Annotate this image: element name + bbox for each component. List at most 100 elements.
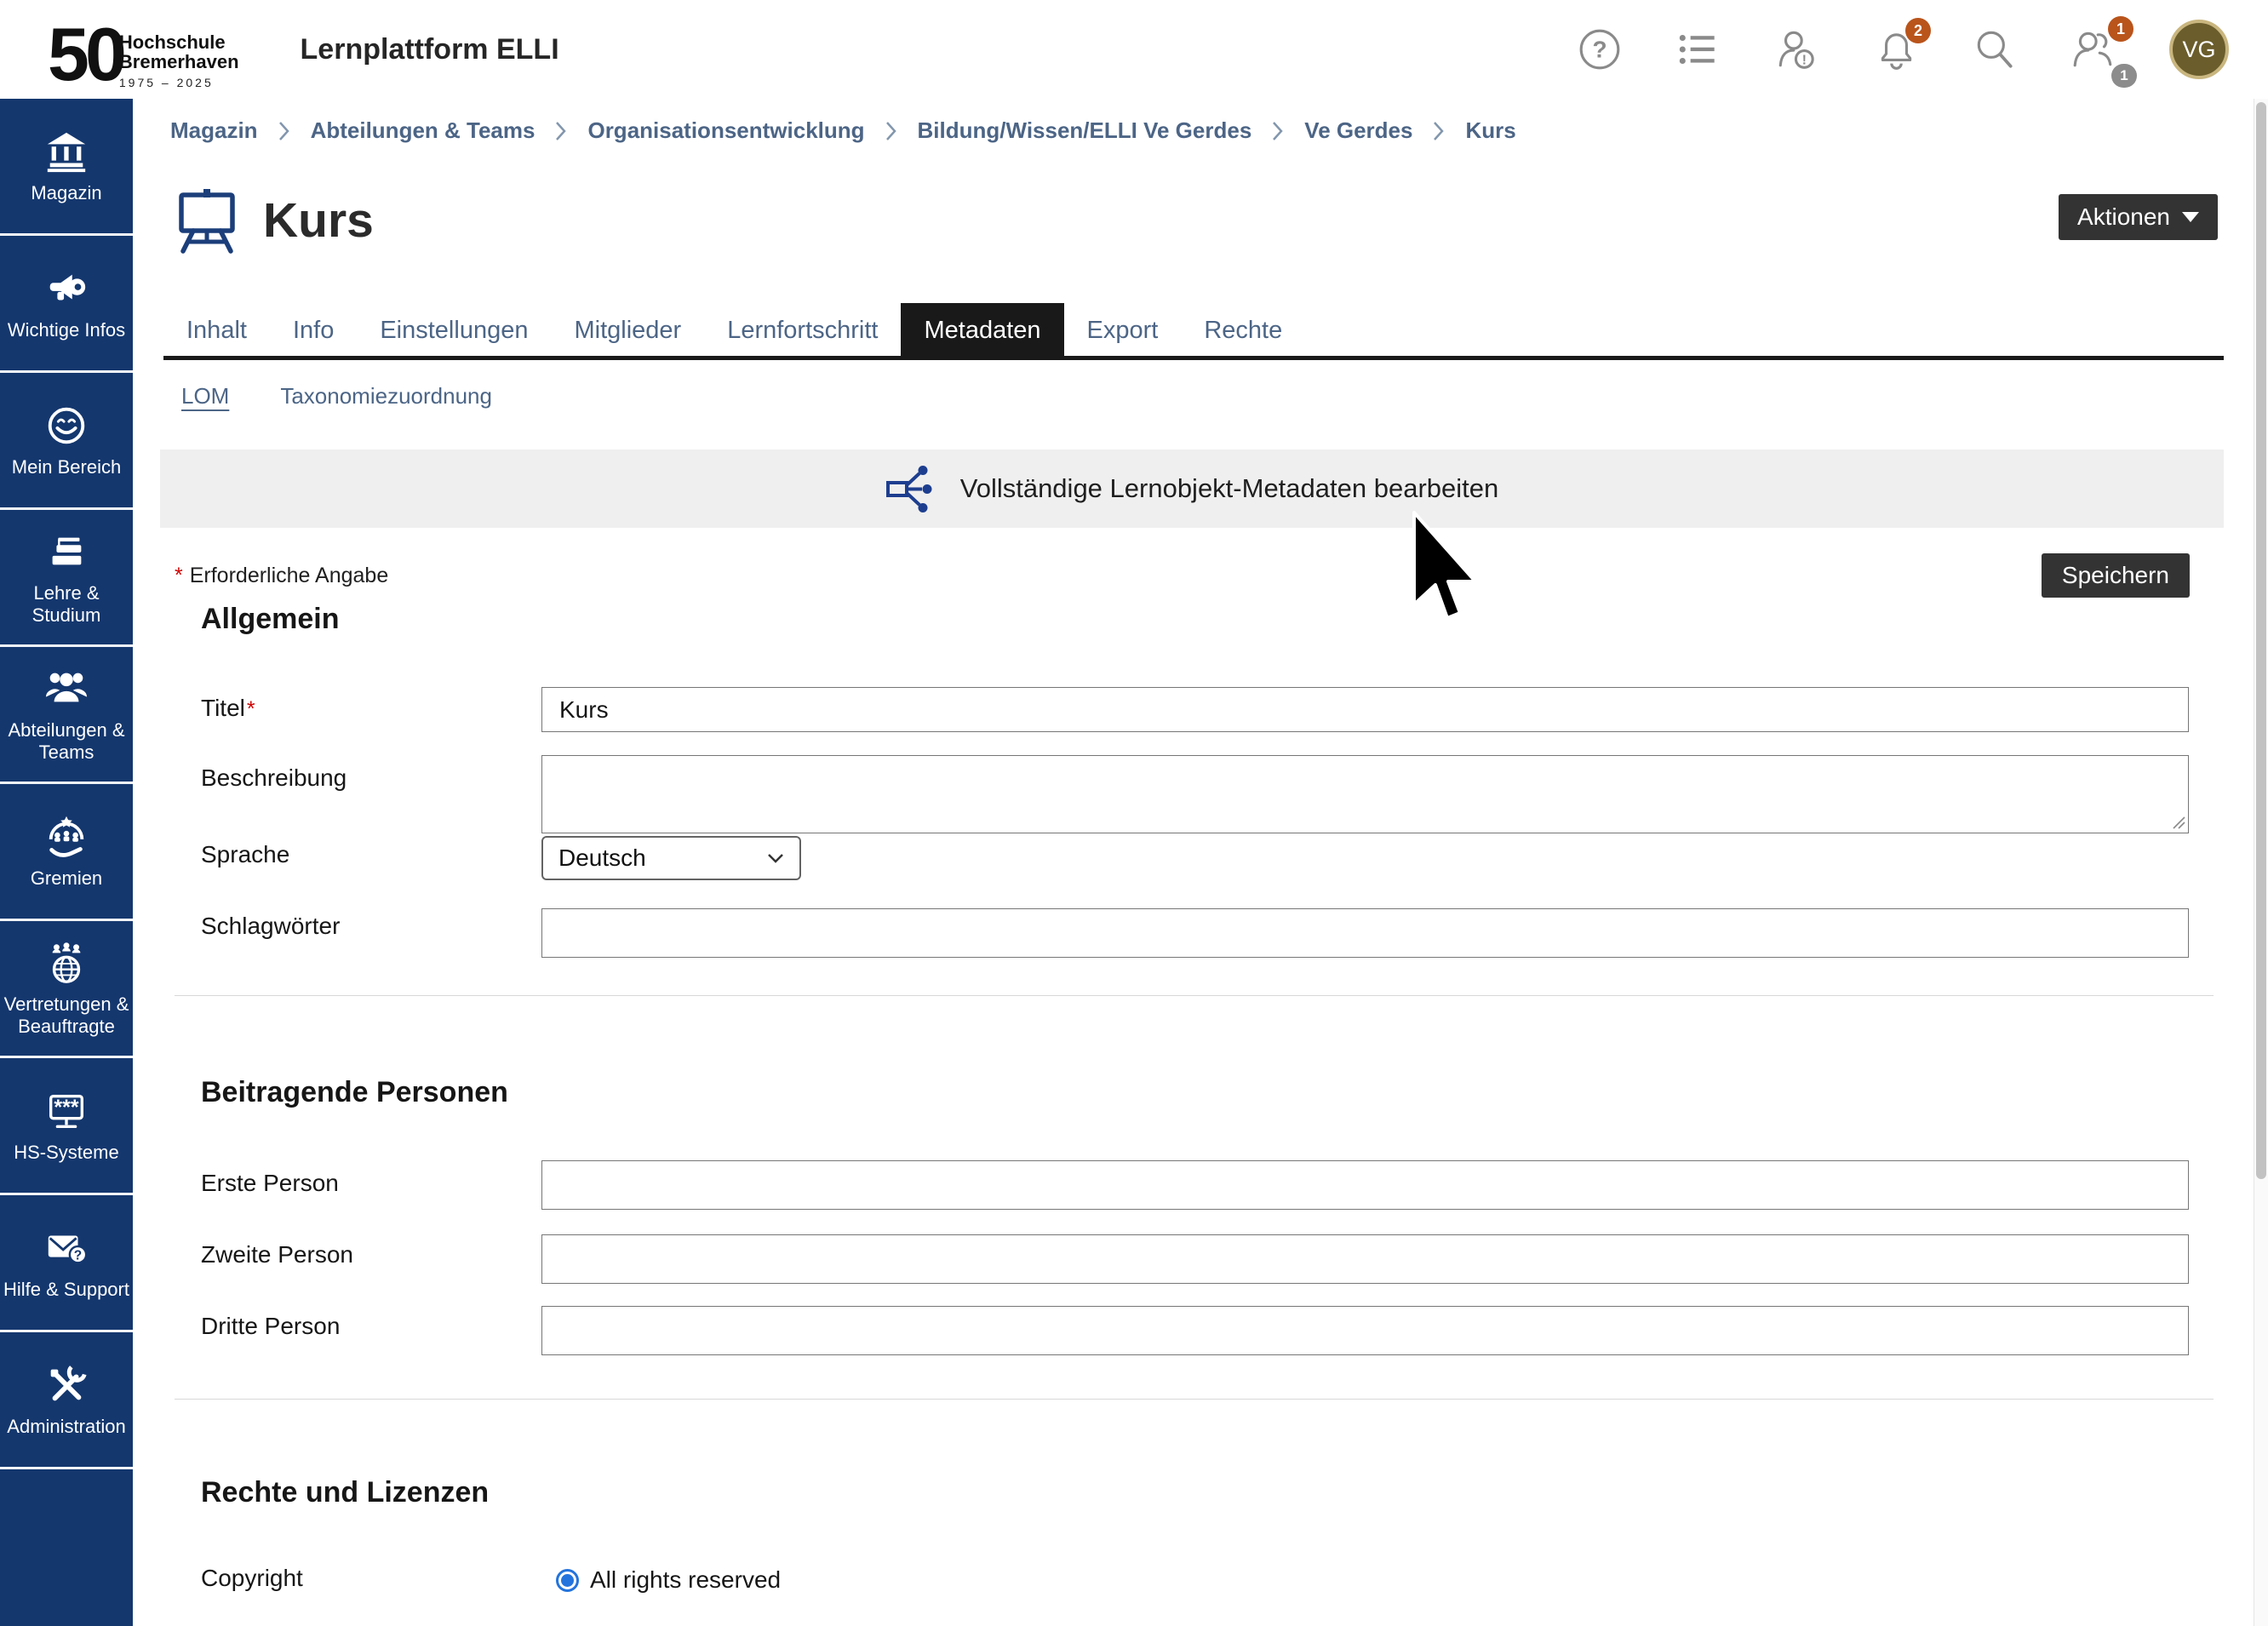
contacts-badge-total: 1 [2111,64,2137,88]
sidebar-item-label: Hilfe & Support [2,1279,131,1301]
sidebar-item-abteilungen-teams[interactable]: Abteilungen & Teams [0,647,133,784]
dritte-person-input[interactable] [541,1306,2189,1355]
section-heading-beitragende: Beitragende Personen [201,1076,508,1109]
dritte-person-label: Dritte Person [201,1313,340,1340]
logo-line2: Bremerhaven [119,52,239,72]
sidebar-item-vertretungen[interactable]: Vertretungen & Beauftragte [0,921,133,1058]
subtab-lom[interactable]: LOM [181,383,229,409]
sidebar-item-label: Gremien [29,867,104,890]
chevron-right-icon [278,120,290,142]
tab-rechte[interactable]: Rechte [1181,303,1305,356]
sidebar-item-wichtige-infos[interactable]: Wichtige Infos [0,236,133,373]
contacts-icon[interactable]: 1 1 [2070,26,2116,72]
tab-metadaten[interactable]: Metadaten [901,303,1063,356]
tab-lernfortschritt[interactable]: Lernfortschritt [704,303,901,356]
chevron-right-icon [1433,120,1445,142]
required-asterisk: * [247,697,255,721]
tab-info[interactable]: Info [270,303,357,356]
section-heading-rechte: Rechte und Lizenzen [201,1476,489,1509]
required-note: *Erforderliche Angabe [175,564,388,588]
logo-years: 1975 – 2025 [119,76,239,89]
svg-text:?: ? [1592,36,1606,62]
sidebar-item-label: Administration [5,1416,127,1438]
main-content: Magazin Abteilungen & Teams Organisation… [133,99,2268,1626]
edit-full-metadata-label: Vollständige Lernobjekt-Metadaten bearbe… [960,473,1499,504]
schlagwoerter-input[interactable] [541,908,2189,958]
subtab-taxonomiezuordnung[interactable]: Taxonomiezuordnung [280,383,492,409]
sprache-label: Sprache [201,841,289,868]
beschreibung-textarea[interactable] [541,755,2189,833]
section-divider [175,1399,2214,1400]
sidebar-item-mein-bereich[interactable]: Mein Bereich [0,373,133,510]
titel-label: Titel* [201,695,262,722]
erste-person-label: Erste Person [201,1170,339,1197]
entries-list-icon[interactable] [1675,26,1721,72]
monitor-icon: *** [43,1088,89,1134]
tab-inhalt[interactable]: Inhalt [163,303,270,356]
save-button-label: Speichern [2062,562,2169,589]
top-header: 50 Hochschule Bremerhaven 1975 – 2025 Le… [0,0,2268,100]
main-sidebar: Magazin Wichtige Infos Mein Bereich Lehr… [0,99,133,1626]
breadcrumb-abteilungen-teams[interactable]: Abteilungen & Teams [311,117,536,144]
globe-people-icon [43,940,89,986]
copyright-radio-label: All rights reserved [590,1566,781,1594]
svg-text:!: ! [1802,54,1807,68]
bell-badge-count: 2 [1905,18,1931,43]
actions-button-label: Aktionen [2077,203,2170,231]
avatar[interactable]: VG [2169,20,2229,79]
search-icon[interactable] [1972,26,2018,72]
sidebar-item-label: Wichtige Infos [6,319,127,341]
metadata-tree-icon [885,464,940,513]
breadcrumb-ve-gerdes[interactable]: Ve Gerdes [1304,117,1412,144]
sidebar-item-label: Abteilungen & Teams [0,719,133,764]
titel-input[interactable] [541,687,2189,732]
sidebar-item-lehre-studium[interactable]: Lehre & Studium [0,510,133,647]
copyright-label: Copyright [201,1565,303,1592]
breadcrumb-bildung-wissen[interactable]: Bildung/Wissen/ELLI Ve Gerdes [918,117,1252,144]
sidebar-item-label: Vertretungen & Beauftragte [0,993,133,1038]
hochschule-bremerhaven-logo[interactable]: 50 Hochschule Bremerhaven 1975 – 2025 [48,10,239,89]
sidebar-item-gremien[interactable]: Gremien [0,784,133,921]
header-icon-bar: ? ! [1577,20,2229,79]
sprache-select[interactable]: Deutsch [541,836,801,880]
breadcrumb: Magazin Abteilungen & Teams Organisation… [170,117,1516,144]
people-group-icon [43,666,89,712]
scrollbar-thumb[interactable] [2256,102,2266,1179]
subtab-bar: LOM Taxonomiezuordnung [181,383,492,409]
megaphone-icon [43,266,89,312]
copyright-radio-row: All rights reserved [556,1566,781,1594]
contacts-badge-new: 1 [2108,16,2133,42]
tab-einstellungen[interactable]: Einstellungen [357,303,551,356]
resize-grip-icon[interactable] [2172,816,2185,829]
erste-person-input[interactable] [541,1160,2189,1210]
section-divider [175,995,2214,996]
actions-button[interactable]: Aktionen [2059,194,2218,240]
breadcrumb-organisationsentwicklung[interactable]: Organisationsentwicklung [587,117,864,144]
tools-icon [43,1362,89,1408]
breadcrumb-kurs[interactable]: Kurs [1465,117,1515,144]
zweite-person-label: Zweite Person [201,1241,353,1268]
page-title: Kurs [263,192,374,249]
scrollbar-track[interactable] [2254,99,2268,1626]
sprache-selected-value: Deutsch [558,844,646,872]
sidebar-item-hs-systeme[interactable]: *** HS-Systeme [0,1058,133,1195]
breadcrumb-magazin[interactable]: Magazin [170,117,258,144]
smiley-icon [43,403,89,449]
page-title-block: Kurs [175,187,374,254]
user-awareness-icon[interactable]: ! [1774,26,1820,72]
svg-text:***: *** [54,1095,79,1119]
zweite-person-input[interactable] [541,1234,2189,1284]
tab-bar: Inhalt Info Einstellungen Mitglieder Ler… [163,303,2224,360]
sidebar-item-magazin[interactable]: Magazin [0,99,133,236]
save-button[interactable]: Speichern [2042,553,2190,598]
sidebar-item-administration[interactable]: Administration [0,1332,133,1469]
tab-mitglieder[interactable]: Mitglieder [551,303,704,356]
notifications-bell-icon[interactable]: 2 [1873,26,1919,72]
course-easel-icon [175,187,239,254]
help-icon[interactable]: ? [1577,26,1623,72]
logo-line1: Hochschule [119,32,239,52]
copyright-radio-selected[interactable] [556,1569,579,1592]
tab-export[interactable]: Export [1064,303,1182,356]
edit-full-metadata-banner[interactable]: Vollständige Lernobjekt-Metadaten bearbe… [160,449,2224,528]
sidebar-item-hilfe-support[interactable]: ? Hilfe & Support [0,1195,133,1332]
